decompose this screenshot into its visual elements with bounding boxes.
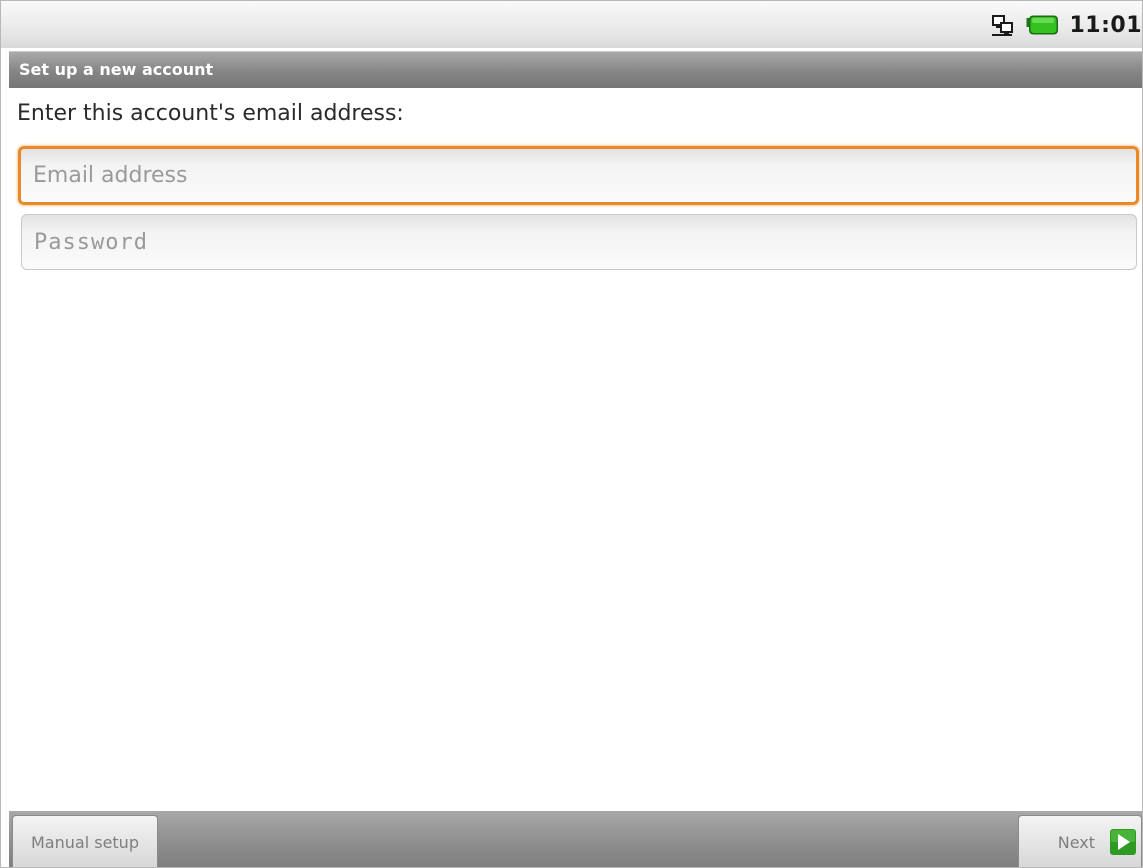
page-title: Set up a new account: [19, 60, 214, 79]
next-label: Next: [1057, 832, 1095, 852]
next-button[interactable]: Next: [1018, 815, 1142, 867]
app-window: 11:01 Set up a new account Enter this ac…: [0, 0, 1143, 868]
status-icons: 11:01: [990, 9, 1142, 41]
email-prompt: Enter this account's email address:: [17, 101, 404, 126]
manual-setup-button[interactable]: Manual setup: [12, 815, 158, 867]
status-bar: 11:01: [1, 1, 1142, 48]
bottom-action-bar: Manual setup Next: [9, 811, 1142, 867]
title-bar: Set up a new account: [9, 51, 1142, 88]
manual-setup-label: Manual setup: [31, 832, 139, 852]
email-field[interactable]: [18, 146, 1139, 205]
network-icon: [992, 15, 1014, 36]
battery-icon: [1026, 15, 1059, 35]
arrow-right-icon: [1110, 829, 1136, 855]
status-clock: 11:01: [1069, 12, 1142, 38]
password-field[interactable]: [21, 214, 1137, 270]
